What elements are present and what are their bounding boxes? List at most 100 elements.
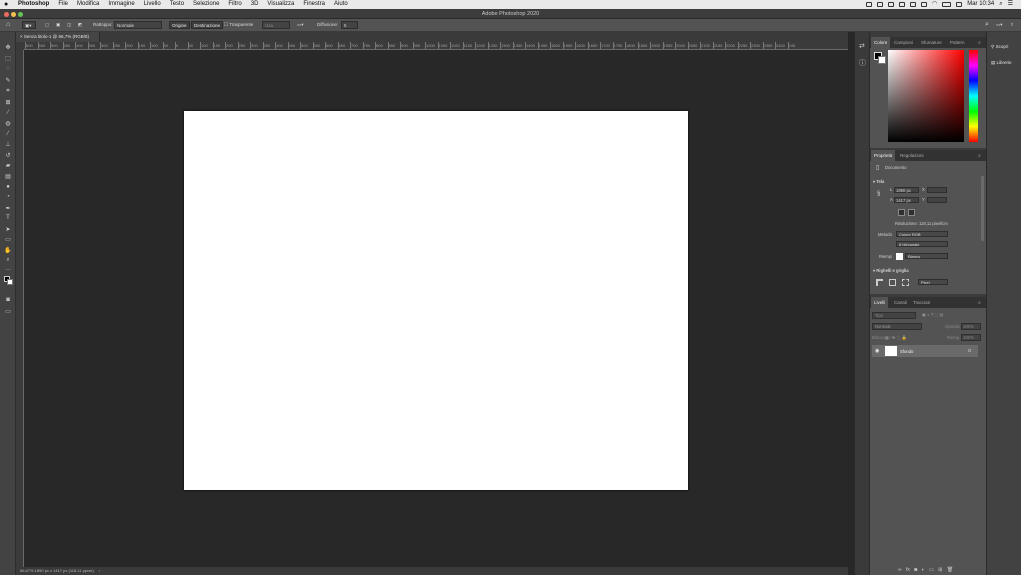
tab-colore[interactable]: Colore [871,37,891,48]
clone-stamp-tool-icon[interactable]: ⊥ [4,140,12,148]
ruler-corner[interactable] [16,42,24,50]
battery-icon[interactable] [942,2,952,7]
y-field[interactable] [927,197,947,203]
color-picker-field[interactable] [888,50,964,142]
vertical-ruler[interactable] [16,50,24,567]
tab-tracciati[interactable]: Tracciati [910,297,933,308]
properties-scrollbar[interactable] [981,176,984,241]
portrait-orientation-button[interactable] [898,209,905,216]
eraser-tool-icon[interactable]: ▰ [4,161,12,169]
crop-tool-icon[interactable]: ⌗ [4,87,12,95]
ruler-icon[interactable] [876,279,883,286]
eyedropper-tool-icon[interactable]: ⁄ [4,109,12,117]
adjustment-layer-icon[interactable]: ◐ [922,567,925,573]
diffusione-select[interactable]: 5 [341,21,358,29]
blur-tool-icon[interactable]: ● [4,183,12,191]
scopri-button[interactable]: ⚲ Scopri [991,42,1019,52]
hue-slider[interactable] [969,50,978,142]
color-panel-menu-icon[interactable]: ≡ [975,37,984,48]
patch-tool-icon[interactable]: ◍ [4,119,12,127]
screen-mode-icon[interactable]: ▭ [4,307,12,315]
menu-finestra[interactable]: Finestra [303,0,325,9]
menu-app-name[interactable]: Photoshop [18,0,49,9]
layer-row-sfondo[interactable]: ◉ Sfondo ⊡ [872,345,978,357]
status-icon-3[interactable] [887,2,894,7]
menu-testo[interactable]: Testo [170,0,184,9]
new-layer-icon[interactable]: ⊞ [938,567,942,573]
background-color-swatch[interactable] [878,56,886,64]
blend-mode-select[interactable]: Normale [872,323,922,330]
new-group-icon[interactable]: ▭ [929,567,934,573]
status-icon-2[interactable] [876,2,883,7]
brush-tool-icon[interactable]: ⁄ [4,130,12,138]
intersect-selection-icon[interactable]: ◩ [78,21,82,29]
width-field[interactable]: 1890 px [894,187,919,193]
section-tela[interactable]: ▾ Tela [873,179,884,184]
hand-tool-icon[interactable]: ✋ [4,246,12,254]
status-icon-5[interactable] [909,2,916,7]
more-tools-icon[interactable]: ··· [4,266,12,274]
tool-preset-picker[interactable]: ▣▾ [22,21,36,29]
dodge-tool-icon[interactable]: ◔ [4,193,12,201]
bit-depth-select[interactable]: 8 bit/canale [896,241,948,247]
search-icon[interactable]: ⌕ [985,21,989,29]
type-tool-icon[interactable]: T [4,214,12,222]
close-window-icon[interactable] [4,12,9,17]
wifi-icon[interactable]: ◠ [932,0,937,9]
opacity-field[interactable]: 100% [961,323,981,330]
gradient-tool-icon[interactable]: ▤ [4,172,12,180]
color-swatches-icon[interactable] [4,276,13,285]
zoom-window-icon[interactable] [18,12,23,17]
zoom-tool-icon[interactable]: ⌕ [4,256,12,264]
add-mask-icon[interactable]: ◙ [914,567,917,573]
menu-modifica[interactable]: Modifica [77,0,99,9]
patch-mode-select[interactable]: Normale [114,21,162,29]
home-icon[interactable]: ⌂ [6,21,10,29]
layer-style-icon[interactable]: fx [906,567,910,573]
landscape-orientation-button[interactable] [908,209,915,216]
history-brush-tool-icon[interactable]: ↺ [4,151,12,159]
origine-button[interactable]: Origine [169,21,190,29]
layer-filter-icons[interactable]: ▣ ◐ T ⬚ ▤ [922,312,943,317]
airplay-icon[interactable] [920,2,927,7]
pattern-picker[interactable]: ▭▾ [297,21,304,29]
grid-icon[interactable] [889,279,896,286]
link-layers-icon[interactable]: ∞ [898,567,902,573]
add-selection-icon[interactable]: ▣ [56,21,60,29]
document-canvas[interactable] [184,111,688,490]
history-panel-icon[interactable]: ⇄ [859,42,865,50]
status-arrow-icon[interactable]: › [99,568,100,573]
quick-mask-icon[interactable]: ◙ [4,296,12,304]
move-tool-icon[interactable]: ✥ [4,43,12,51]
clock[interactable]: Mar 10:34 [967,0,994,9]
units-select[interactable]: Pixel [918,279,948,285]
menu-livello[interactable]: Livello [144,0,161,9]
menu-visualizza[interactable]: Visualizza [267,0,294,9]
trasparente-checkbox[interactable]: ☐ Trasparente [224,21,253,29]
librerie-button[interactable]: ▤ Librerie [991,58,1019,68]
menu-selezione[interactable]: Selezione [193,0,219,9]
menu-filtro[interactable]: Filtro [228,0,241,9]
apple-icon[interactable]: ● [4,0,12,9]
lock-icons[interactable]: ▦ ⁄ ✥ ⬚ 🔒 [885,335,907,341]
tab-proprieta[interactable]: Proprietà [871,150,896,161]
delete-layer-icon[interactable]: 🗑 [947,567,953,573]
info-panel-icon[interactable]: ⓘ [859,58,866,68]
status-icon-4[interactable] [898,2,905,7]
horizontal-ruler[interactable]: 600 550 500 450 400 350 300 250 200 150 100 50 0 50 10… [24,42,848,50]
x-field[interactable] [927,187,947,193]
tab-livelli[interactable]: Livelli [871,297,889,308]
workspace-icon[interactable]: ▭▾ [996,21,1003,29]
metodo-select[interactable]: Colore RGB [896,231,948,237]
tab-sfumature[interactable]: Sfumature [918,37,945,48]
menu-file[interactable]: File [58,0,68,9]
guides-icon[interactable] [902,279,909,286]
pen-tool-icon[interactable]: ✒ [4,204,12,212]
subtract-selection-icon[interactable]: ◫ [67,21,71,29]
frame-tool-icon[interactable]: ⊠ [4,98,12,106]
quick-select-tool-icon[interactable]: ✎ [4,76,12,84]
layer-filter-input[interactable]: Tipo [872,312,916,319]
new-selection-icon[interactable]: ▢ [45,21,49,29]
rectangle-tool-icon[interactable]: ▭ [4,235,12,243]
tab-pattern[interactable]: Pattern [947,37,968,48]
